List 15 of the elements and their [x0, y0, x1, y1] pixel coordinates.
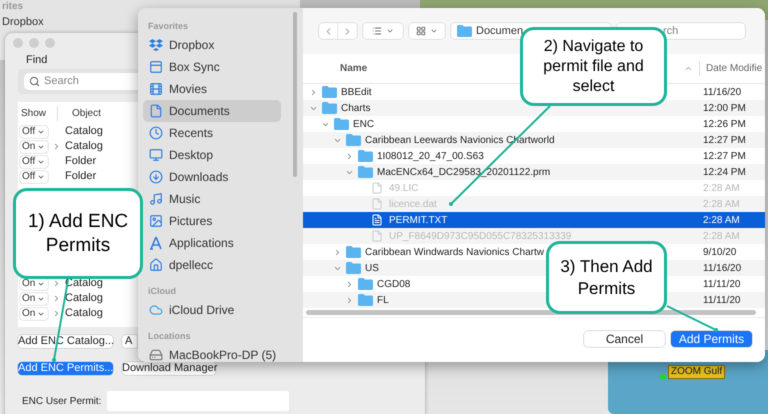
- table-cell-text: Folder: [65, 169, 96, 184]
- permit-label: ENC User Permit:: [22, 394, 102, 408]
- find-label: Find: [26, 54, 48, 67]
- table-cell-text: Folder: [65, 154, 96, 170]
- table-cell-text: Catalog: [65, 139, 103, 154]
- callout-tooltip: 1) Add ENC Permits: [13, 188, 143, 279]
- table-cell-text: Catalog: [65, 291, 103, 306]
- map-label: ZOOM Gulf: [668, 365, 726, 379]
- callout-tooltip: 3) Then Add Permits: [546, 241, 667, 314]
- sidebar-header: rites: [2, 1, 24, 13]
- table-cell-text: Catalog: [65, 124, 103, 140]
- sidebar-header: Favorites: [147, 20, 188, 33]
- sidebar-header: Locations: [147, 330, 191, 343]
- sidebar-header: iCloud: [147, 285, 176, 298]
- table-cell-text: Catalog: [65, 306, 103, 322]
